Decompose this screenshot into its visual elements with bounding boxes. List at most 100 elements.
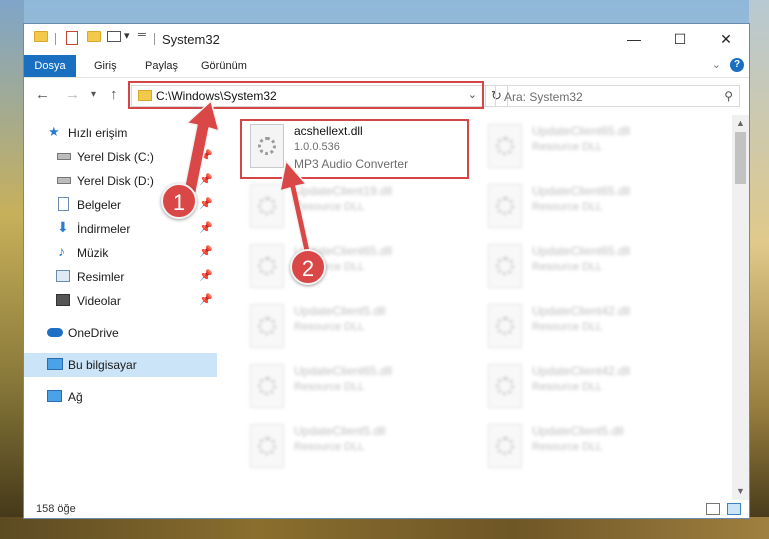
close-button[interactable]: ✕ (703, 24, 749, 55)
file-highlight-box (240, 119, 469, 179)
dll-file-icon (250, 424, 284, 468)
navigation-pane: ★ Hızlı erişim Yerel Disk (C:) 📌 Yerel D… (24, 115, 217, 500)
file-item[interactable]: UpdateClient65.dll Resource DLL (484, 180, 709, 236)
sidebar-item-label: Belgeler (77, 198, 122, 212)
file-name: UpdateClient42.dll (532, 304, 631, 318)
separator (154, 33, 155, 45)
file-description: Resource DLL (294, 381, 365, 393)
star-icon: ★ (48, 124, 60, 139)
file-item[interactable]: UpdateClient5.dll Resource DLL (484, 420, 709, 476)
pin-icon[interactable]: 📌 (199, 173, 213, 186)
sidebar-item-pictures[interactable]: Resimler 📌 (24, 265, 217, 289)
search-input[interactable]: Ara: System32 ⚲ (495, 85, 740, 107)
file-description: Resource DLL (294, 441, 365, 453)
file-item[interactable]: UpdateClient5.dll Resource DLL (246, 420, 471, 476)
sidebar-item-quick-access[interactable]: ★ Hızlı erişim (24, 121, 217, 145)
file-name: UpdateClient65.dll (532, 124, 631, 138)
computer-icon (47, 358, 63, 370)
folder-icon (34, 31, 48, 42)
pin-icon[interactable]: 📌 (199, 293, 213, 306)
minimize-button[interactable]: — (611, 24, 657, 55)
file-item[interactable]: UpdateClient42.dll Resource DLL (484, 360, 709, 416)
scrollbar-thumb[interactable] (735, 132, 746, 184)
file-name: UpdateClient5.dll (294, 424, 386, 438)
gear-icon (258, 257, 276, 275)
expand-ribbon-icon[interactable]: ⌄ (712, 58, 721, 71)
cloud-icon (47, 328, 63, 337)
tab-view[interactable]: Görünüm (201, 55, 247, 77)
dll-file-icon (250, 304, 284, 348)
tab-home[interactable]: Giriş (94, 55, 117, 77)
gear-icon (258, 377, 276, 395)
scroll-up-icon[interactable]: ▲ (732, 115, 749, 132)
recent-locations-icon[interactable]: ▾ (91, 89, 96, 100)
sidebar-item-onedrive[interactable]: OneDrive (24, 321, 217, 345)
gear-icon (496, 197, 514, 215)
tab-file[interactable]: Dosya (24, 55, 76, 77)
desktop-background-bottom (0, 517, 769, 539)
help-icon[interactable]: ? (730, 58, 744, 72)
step-1-badge: 1 (161, 183, 197, 219)
gear-icon (496, 257, 514, 275)
file-item[interactable]: UpdateClient65.dll Resource DLL (246, 360, 471, 416)
music-icon: ♪ (58, 243, 65, 259)
sidebar-item-downloads[interactable]: ⬇ İndirmeler 📌 (24, 217, 217, 241)
chevron-down-icon[interactable]: ▾ (124, 29, 130, 42)
file-name: UpdateClient65.dll (532, 184, 631, 198)
file-item[interactable]: UpdateClient42.dll Resource DLL (484, 300, 709, 356)
separator (55, 33, 56, 45)
sidebar-item-videos[interactable]: Videolar 📌 (24, 289, 217, 313)
file-name: UpdateClient42.dll (532, 364, 631, 378)
file-description: Resource DLL (532, 321, 603, 333)
file-name: UpdateClient65.dll (532, 244, 631, 258)
file-description: Resource DLL (532, 261, 603, 273)
sidebar-item-music[interactable]: ♪ Müzik 📌 (24, 241, 217, 265)
file-item[interactable]: UpdateClient65.dll Resource DLL (246, 240, 471, 296)
sidebar-item-label: Ağ (68, 390, 83, 404)
sidebar-item-this-pc[interactable]: Bu bilgisayar (24, 353, 217, 377)
dll-file-icon (250, 244, 284, 288)
gear-icon (258, 317, 276, 335)
step-2-badge: 2 (290, 249, 326, 285)
scroll-down-icon[interactable]: ▼ (732, 483, 749, 500)
sidebar-item-label: Yerel Disk (C:) (77, 150, 154, 164)
maximize-button[interactable]: ☐ (657, 24, 703, 55)
back-arrow-icon[interactable]: ← (35, 86, 50, 103)
new-folder-icon[interactable] (87, 31, 101, 42)
dll-file-icon (488, 424, 522, 468)
customize-quick-access-icon[interactable]: ═ (138, 29, 146, 41)
file-item[interactable]: UpdateClient5.dll Resource DLL (246, 300, 471, 356)
sidebar-item-network[interactable]: Ağ (24, 385, 217, 409)
up-arrow-icon[interactable]: ↑ (110, 86, 118, 103)
tab-share[interactable]: Paylaş (145, 55, 178, 77)
forward-arrow-icon[interactable]: → (65, 86, 80, 103)
pin-icon[interactable]: 📌 (199, 149, 213, 162)
pin-icon[interactable]: 📌 (199, 245, 213, 258)
window-title: System32 (162, 32, 220, 47)
details-view-icon[interactable] (706, 503, 720, 515)
sidebar-item-label: Müzik (77, 246, 109, 260)
large-icons-view-icon[interactable] (727, 503, 741, 515)
file-description: Resource DLL (532, 201, 603, 213)
file-description: Resource DLL (532, 141, 603, 153)
ribbon: Dosya Giriş Paylaş Görünüm ⌄ ? (24, 55, 749, 78)
sidebar-item-label: İndirmeler (77, 222, 131, 236)
file-name: UpdateClient5.dll (294, 304, 386, 318)
file-item[interactable]: UpdateClient19.dll Resource DLL (246, 180, 471, 236)
pin-icon[interactable]: 📌 (199, 221, 213, 234)
search-icon[interactable]: ⚲ (724, 89, 733, 103)
dll-file-icon (488, 364, 522, 408)
pin-icon[interactable]: 📌 (199, 269, 213, 282)
file-item[interactable]: UpdateClient65.dll Resource DLL (484, 120, 709, 176)
vertical-scrollbar[interactable]: ▲ ▼ (732, 115, 749, 500)
download-icon: ⬇ (57, 219, 69, 235)
file-description: Resource DLL (532, 381, 603, 393)
sidebar-item-disk-c[interactable]: Yerel Disk (C:) 📌 (24, 145, 217, 169)
view-icon[interactable] (107, 31, 121, 42)
pin-icon[interactable]: 📌 (199, 197, 213, 210)
properties-icon[interactable] (66, 31, 78, 45)
search-placeholder: Ara: System32 (504, 90, 583, 104)
file-item[interactable]: UpdateClient65.dll Resource DLL (484, 240, 709, 296)
sidebar-item-label: Bu bilgisayar (68, 358, 137, 372)
documents-icon (58, 197, 69, 211)
